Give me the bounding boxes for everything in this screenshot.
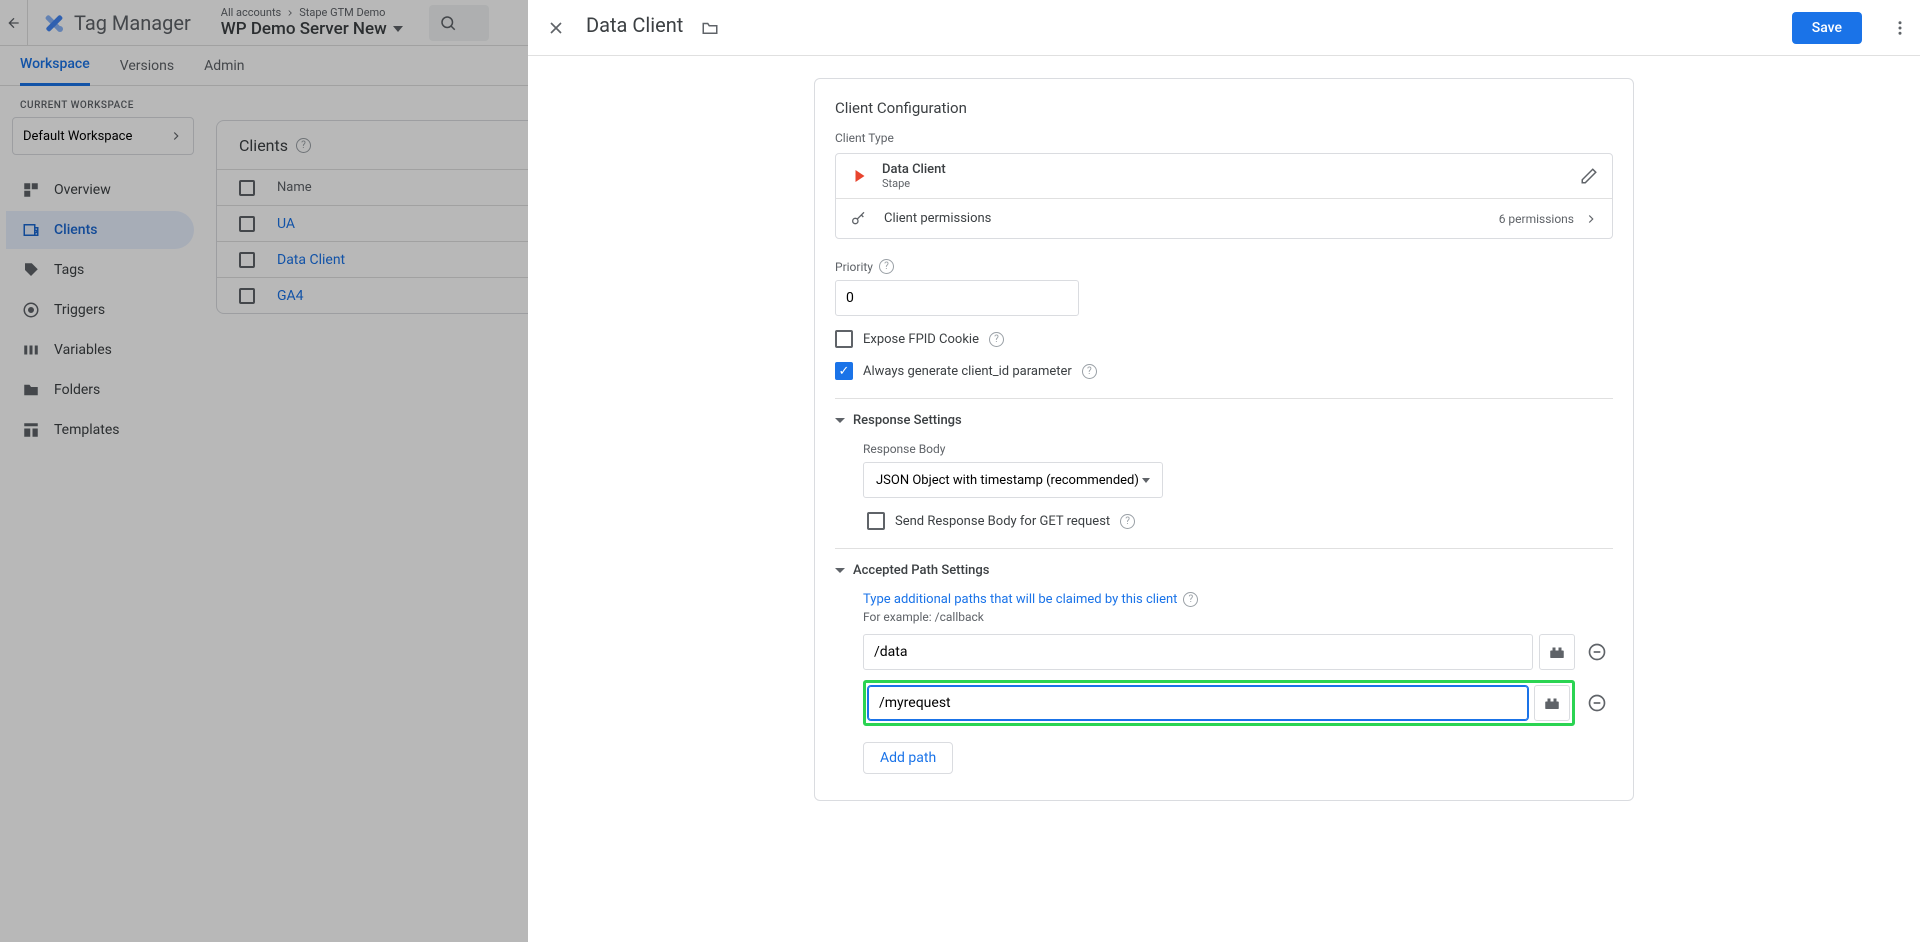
client-name-input[interactable]: Data Client <box>586 13 683 42</box>
send-get-label: Send Response Body for GET request <box>895 514 1110 529</box>
edit-type-icon[interactable] <box>1580 167 1598 185</box>
remove-path-icon[interactable] <box>1581 693 1613 713</box>
client-type-gallery: Stape <box>882 177 1580 190</box>
help-icon[interactable]: ? <box>1082 364 1097 379</box>
variable-picker-icon[interactable] <box>1534 685 1570 721</box>
chevron-down-icon <box>835 568 845 573</box>
key-icon <box>850 211 866 227</box>
folder-icon[interactable] <box>701 19 719 37</box>
expose-fpid-label: Expose FPID Cookie <box>863 332 979 347</box>
stape-logo-icon <box>850 166 870 186</box>
path-input-1[interactable] <box>868 686 1528 720</box>
add-path-button[interactable]: Add path <box>863 742 953 774</box>
path-input-0[interactable] <box>863 634 1533 670</box>
always-client-id-checkbox[interactable]: ✓ <box>835 362 853 380</box>
client-type-name: Data Client <box>882 162 1580 177</box>
priority-input[interactable] <box>835 280 1079 316</box>
response-body-label: Response Body <box>863 442 1613 456</box>
remove-path-icon[interactable] <box>1581 642 1613 662</box>
save-button[interactable]: Save <box>1792 12 1862 44</box>
help-icon[interactable]: ? <box>1183 592 1198 607</box>
client-type-label: Client Type <box>835 131 1613 145</box>
help-icon[interactable]: ? <box>879 259 894 274</box>
chevron-down-icon <box>835 418 845 423</box>
accepted-path-toggle[interactable]: Accepted Path Settings <box>835 563 1613 578</box>
chevron-right-icon <box>1584 212 1598 226</box>
always-client-id-label: Always generate client_id parameter <box>863 364 1072 379</box>
help-icon[interactable]: ? <box>989 332 1004 347</box>
paths-example-text: For example: /callback <box>863 610 1613 624</box>
help-icon[interactable]: ? <box>1120 514 1135 529</box>
variable-picker-icon[interactable] <box>1539 634 1575 670</box>
expose-fpid-checkbox[interactable] <box>835 330 853 348</box>
close-icon[interactable] <box>544 16 568 40</box>
more-menu-icon[interactable] <box>1880 19 1920 37</box>
response-body-select[interactable]: JSON Object with timestamp (recommended) <box>863 462 1163 498</box>
permissions-row[interactable]: Client permissions 6 permissions <box>836 198 1612 238</box>
client-editor-panel: Data Client Save Client Configuration Cl… <box>528 0 1920 942</box>
permissions-count: 6 permissions <box>1499 212 1574 226</box>
config-heading: Client Configuration <box>835 99 1613 131</box>
send-get-checkbox[interactable] <box>867 512 885 530</box>
chevron-down-icon <box>1142 478 1150 483</box>
priority-label: Priority <box>835 260 873 274</box>
paths-helper-text: Type additional paths that will be claim… <box>863 592 1177 607</box>
response-settings-toggle[interactable]: Response Settings <box>835 413 1613 428</box>
